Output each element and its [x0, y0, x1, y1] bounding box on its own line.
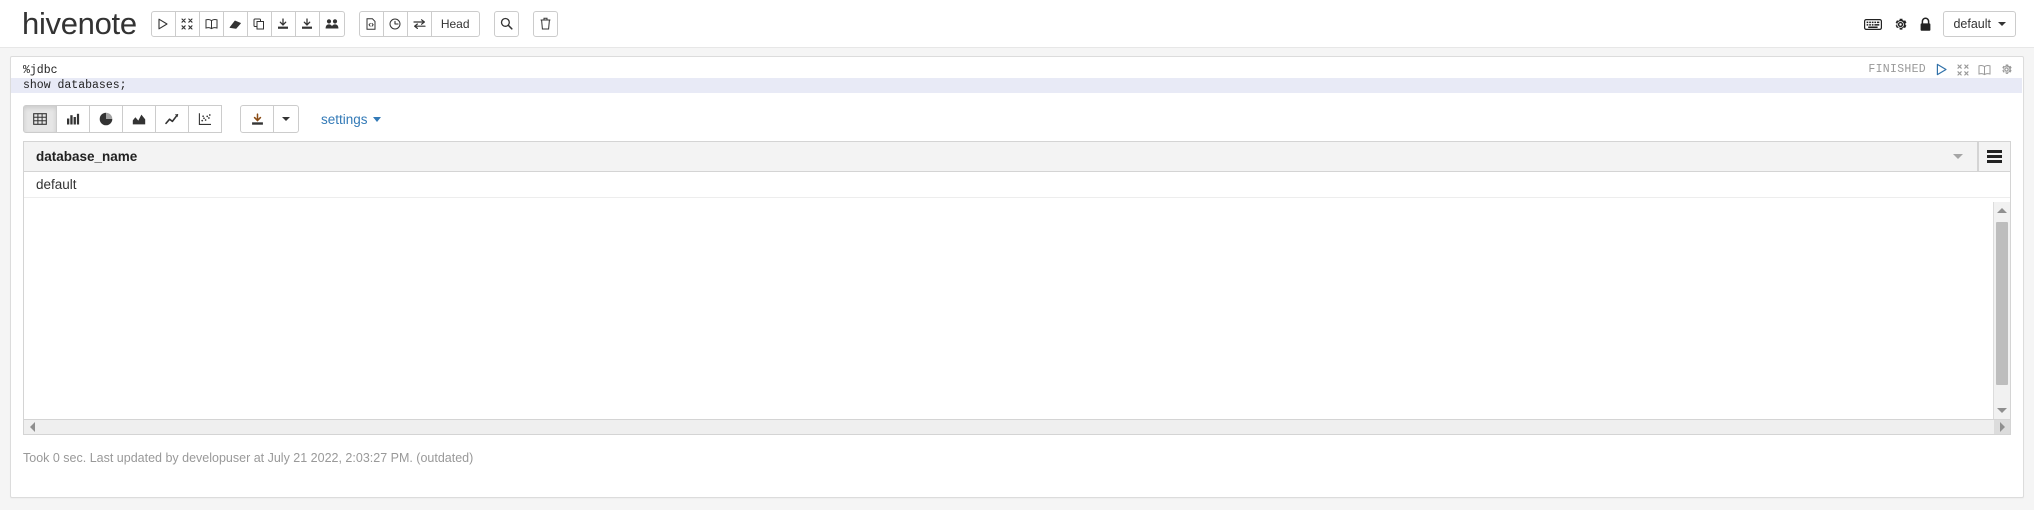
note-title: hivenote	[22, 6, 137, 41]
compare-revisions-button[interactable]	[406, 10, 432, 37]
scroll-down-button[interactable]	[1994, 402, 2010, 419]
viz-line-chart-button[interactable]	[155, 105, 189, 133]
top-navbar: hivenote Head default	[0, 0, 2034, 48]
search-group	[493, 10, 519, 37]
area-chart-icon	[132, 114, 146, 125]
viz-settings-label: settings	[321, 111, 368, 127]
table-menu-button[interactable]	[1978, 142, 2010, 171]
download-icon	[278, 17, 289, 29]
visualization-toolbar: settings	[11, 97, 2023, 141]
column-header-label: database_name	[36, 149, 138, 164]
table-row[interactable]: default	[24, 172, 2010, 198]
chevron-down-icon	[1953, 154, 1963, 159]
book-icon	[205, 18, 218, 29]
revision-head-button[interactable]: Head	[430, 10, 480, 37]
code-editor[interactable]: %jdbc show databases; FINISHED	[11, 57, 2023, 97]
search-code-button[interactable]	[493, 10, 519, 37]
move-note-to-trash-button[interactable]	[532, 10, 558, 37]
triangle-up-icon	[1997, 208, 2007, 213]
clone-note-button[interactable]	[246, 10, 272, 37]
table-body: default	[24, 172, 2010, 419]
import-note-button[interactable]	[294, 10, 320, 37]
download-alt-icon	[302, 17, 313, 29]
viz-pie-chart-button[interactable]	[89, 105, 123, 133]
keyboard-shortcuts-icon[interactable]	[1864, 18, 1883, 31]
viz-scatter-chart-button[interactable]	[188, 105, 222, 133]
viz-table-button[interactable]	[23, 105, 57, 133]
viz-area-chart-button[interactable]	[122, 105, 156, 133]
trash-group	[532, 10, 558, 37]
play-icon	[158, 18, 168, 29]
paragraph-footer: Took 0 sec. Last updated by developuser …	[23, 451, 474, 465]
triangle-left-icon	[29, 422, 35, 432]
hide-all-editors-button[interactable]	[174, 10, 200, 37]
caret-down-icon	[282, 117, 290, 121]
interpreter-binding-dropdown[interactable]: default	[1943, 11, 2016, 37]
file-code-icon	[366, 17, 376, 30]
version-control-group: Head	[358, 10, 480, 37]
clear-all-output-button[interactable]	[222, 10, 248, 37]
scroll-right-button[interactable]	[1994, 420, 2010, 434]
note-settings-icon[interactable]	[1893, 17, 1908, 32]
scatter-chart-icon	[198, 113, 211, 125]
export-note-button[interactable]	[270, 10, 296, 37]
table-vertical-scrollbar[interactable]	[1993, 202, 2010, 419]
run-paragraph-icon[interactable]	[1935, 63, 1948, 76]
note-actions-group	[150, 10, 345, 37]
caret-down-icon	[372, 116, 381, 122]
download-group	[240, 105, 299, 133]
hide-editor-icon[interactable]	[1957, 63, 1969, 76]
personalized-mode-button[interactable]	[318, 10, 345, 37]
interpreter-binding-label: default	[1953, 17, 1991, 31]
pie-chart-icon	[99, 112, 113, 126]
note-permissions-icon[interactable]	[1919, 17, 1932, 32]
viz-settings-toggle[interactable]: settings	[321, 112, 381, 127]
navbar-right-group: default	[1864, 0, 2016, 48]
eraser-icon	[229, 20, 241, 29]
hide-all-output-button[interactable]	[198, 10, 224, 37]
hide-output-icon[interactable]	[1978, 64, 1991, 76]
download-format-dropdown[interactable]	[273, 105, 299, 133]
viz-bar-chart-button[interactable]	[56, 105, 90, 133]
search-icon	[500, 17, 513, 30]
copy-icon	[253, 18, 265, 29]
revision-button[interactable]	[382, 10, 408, 37]
scroll-left-button[interactable]	[24, 420, 40, 434]
line-chart-icon	[165, 114, 179, 125]
clock-icon	[389, 18, 401, 29]
download-icon	[251, 112, 263, 125]
exchange-icon	[413, 18, 426, 29]
result-table: database_name default	[23, 141, 2011, 419]
scroll-up-button[interactable]	[1994, 202, 2010, 219]
code-line-2[interactable]: show databases;	[11, 78, 2022, 93]
paragraph-status-bar: FINISHED	[1868, 63, 2013, 76]
code-line-1[interactable]: %jdbc	[11, 63, 2023, 78]
collapse-icon	[181, 17, 193, 30]
table-header-row: database_name	[24, 142, 2010, 172]
paragraph-status-text: FINISHED	[1868, 63, 1926, 76]
run-all-paragraphs-button[interactable]	[150, 10, 176, 37]
notebook-body: %jdbc show databases; FINISHED settings …	[0, 48, 2034, 510]
table-horizontal-scrollbar[interactable]	[23, 419, 2011, 435]
table-cell-database-name: default	[36, 177, 77, 192]
paragraph-settings-icon[interactable]	[2000, 63, 2013, 76]
triangle-down-icon	[1997, 408, 2007, 413]
hamburger-menu-icon	[1987, 148, 2002, 166]
trash-icon	[540, 17, 550, 30]
triangle-right-icon	[1999, 422, 2005, 432]
vertical-scroll-thumb[interactable]	[1996, 222, 2008, 385]
chevron-down-icon	[1998, 22, 2006, 26]
commit-note-button[interactable]	[358, 10, 384, 37]
download-data-button[interactable]	[240, 105, 274, 133]
bar-chart-icon	[67, 113, 80, 125]
users-icon	[325, 18, 339, 28]
table-icon	[33, 113, 47, 125]
column-header-database-name[interactable]: database_name	[24, 142, 1978, 171]
paragraph-container: %jdbc show databases; FINISHED settings …	[10, 56, 2024, 498]
